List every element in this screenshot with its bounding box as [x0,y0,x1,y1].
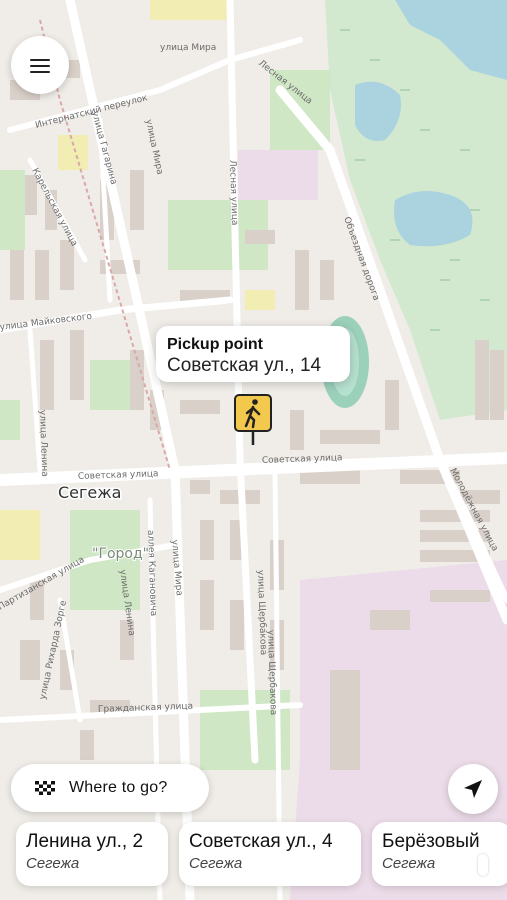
suggestion-title: Берёзовый [382,831,480,852]
map-school-1 [58,135,88,170]
suggestion-card[interactable]: Берёзовый Сегежа [372,822,507,886]
hamburger-menu-icon [30,59,50,61]
map-industrial-2 [238,150,318,200]
pickup-title: Pickup point [167,336,263,353]
suggestion-list[interactable]: Ленина ул., 2 Сегежа Советская ул., 4 Се… [0,822,507,886]
hamburger-menu-icon [30,65,50,67]
suggestion-title: Советская ул., 4 [189,831,333,852]
map-school-4 [245,290,275,310]
pickup-address: Советская ул., 14 [167,355,322,376]
where-to-go-button[interactable]: Where to go? [11,764,209,812]
checkered-flag-icon [35,781,55,795]
suggestion-scrollbar[interactable] [478,854,488,876]
suggestion-city: Сегежа [382,855,436,872]
pickup-tooltip[interactable]: Pickup point Советская ул., 14 [156,326,350,382]
suggestion-city: Сегежа [189,855,243,872]
navigation-arrow-icon [464,780,482,798]
pickup-pin[interactable] [234,394,272,446]
city-label: Сегежа [58,483,121,502]
hamburger-menu-icon [30,71,50,73]
suggestion-card[interactable]: Ленина ул., 2 Сегежа [16,822,168,886]
suggestion-city: Сегежа [26,855,80,872]
where-to-go-label: Where to go? [69,779,168,796]
district-label: "Город" [92,546,149,562]
map-school-2 [150,0,230,20]
locate-me-button[interactable] [448,764,498,814]
menu-button[interactable] [11,36,69,94]
map-park-6 [0,400,20,440]
suggestion-card[interactable]: Советская ул., 4 Сегежа [179,822,361,886]
street-label: улица Мира [160,43,216,53]
suggestion-title: Ленина ул., 2 [26,831,144,852]
map-park-5 [90,360,130,410]
map-park-7 [0,170,25,250]
map-school-3 [0,510,40,560]
